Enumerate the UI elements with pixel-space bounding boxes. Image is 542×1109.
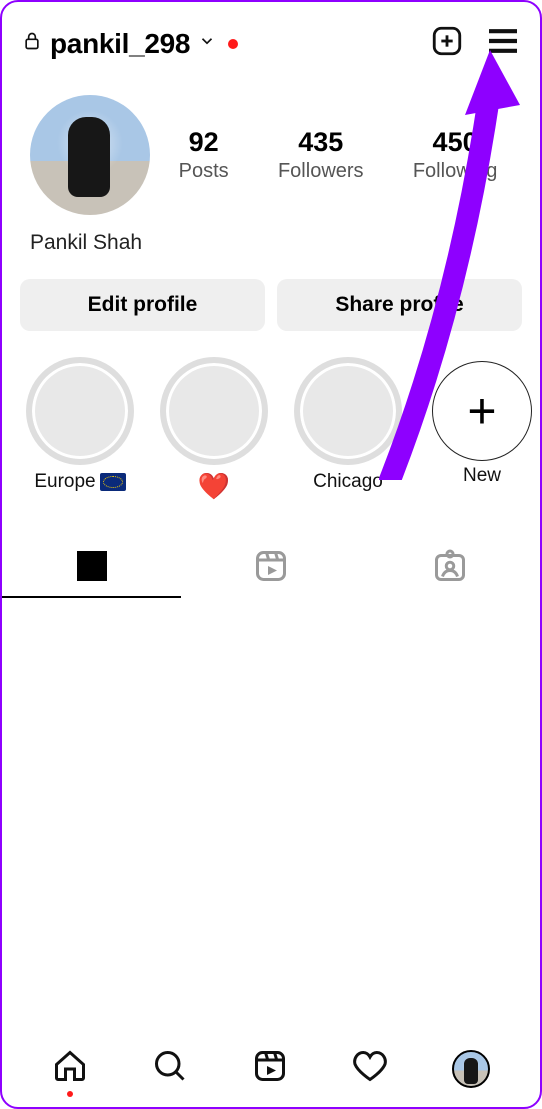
profile-topbar: pankil_298 — [2, 2, 540, 73]
tab-reels[interactable] — [181, 542, 360, 598]
following-count: 450 — [413, 127, 497, 158]
nav-profile[interactable] — [452, 1050, 490, 1088]
lock-icon — [22, 30, 42, 57]
highlight-new[interactable]: + New — [428, 361, 536, 487]
profile-content-tabs — [2, 542, 540, 599]
posts-count: 92 — [179, 127, 229, 158]
highlight-cover — [30, 361, 130, 461]
nav-home[interactable] — [52, 1048, 88, 1089]
username-label: pankil_298 — [50, 28, 190, 60]
profile-avatar[interactable] — [30, 95, 150, 215]
plus-icon: + — [432, 361, 532, 461]
share-profile-button[interactable]: Share profile — [277, 279, 522, 331]
chevron-down-icon — [198, 32, 216, 55]
followers-label: Followers — [278, 160, 364, 183]
nav-avatar-icon — [452, 1050, 490, 1088]
highlight-label: Europe — [26, 471, 134, 493]
highlight-label: ❤️ — [160, 471, 268, 502]
hamburger-menu-button[interactable] — [486, 27, 520, 60]
following-label: Following — [413, 160, 497, 183]
stat-followers[interactable]: 435 Followers — [278, 127, 364, 183]
nav-activity[interactable] — [352, 1048, 388, 1089]
tab-grid[interactable] — [2, 542, 181, 598]
posts-label: Posts — [179, 160, 229, 183]
nav-search[interactable] — [152, 1048, 188, 1089]
highlight-item[interactable]: Europe — [26, 361, 134, 493]
highlight-item[interactable]: Chicago — [294, 361, 402, 493]
profile-action-buttons: Edit profile Share profile — [2, 255, 540, 331]
nav-reels[interactable] — [252, 1048, 288, 1089]
stat-posts[interactable]: 92 Posts — [179, 127, 229, 183]
bottom-navigation — [2, 1048, 540, 1089]
tab-tagged[interactable] — [361, 542, 540, 598]
edit-profile-button[interactable]: Edit profile — [20, 279, 265, 331]
stat-following[interactable]: 450 Following — [413, 127, 497, 183]
story-highlights: Europe ❤️ Chicago + New — [2, 331, 540, 514]
highlight-label: Chicago — [294, 471, 402, 493]
eu-flag-icon — [100, 473, 126, 491]
highlight-cover — [298, 361, 398, 461]
followers-count: 435 — [278, 127, 364, 158]
create-button[interactable] — [430, 24, 464, 63]
display-name: Pankil Shah — [2, 223, 540, 255]
highlight-cover — [164, 361, 264, 461]
notification-dot — [228, 39, 238, 49]
highlight-item[interactable]: ❤️ — [160, 361, 268, 502]
profile-summary-row: 92 Posts 435 Followers 450 Following — [2, 73, 540, 223]
highlight-label: New — [428, 465, 536, 487]
username-switcher[interactable]: pankil_298 — [22, 28, 238, 60]
